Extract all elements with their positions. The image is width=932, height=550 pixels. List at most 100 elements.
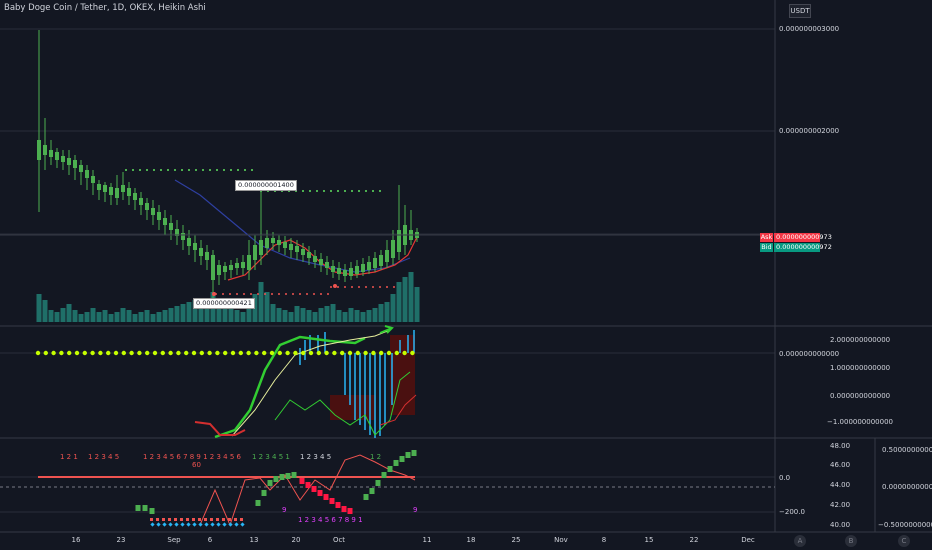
high-callout: 0.000000001400 [235, 180, 297, 191]
indicator-marker [162, 522, 167, 527]
volume-bar [414, 287, 420, 322]
time-axis-label: Sep [167, 536, 181, 544]
volume-bar [36, 294, 42, 322]
zero-dot [230, 350, 236, 356]
candle-body [121, 185, 125, 192]
volume-bar [300, 308, 306, 322]
pane-button-b[interactable]: B [845, 535, 857, 547]
zero-dot [363, 350, 368, 356]
zero-dot [332, 350, 337, 356]
zero-dot [246, 350, 251, 356]
volume-bar [114, 312, 120, 322]
volume-bar [168, 308, 174, 322]
volume-bar [144, 310, 150, 322]
candle-body [151, 208, 155, 215]
zero-dot [113, 350, 119, 356]
pane-button-c[interactable]: C [898, 535, 910, 547]
indicator-marker [156, 518, 159, 521]
candle-body [253, 245, 257, 260]
indicator-block [273, 476, 279, 482]
volume-bar [306, 310, 312, 322]
zero-dot [51, 350, 56, 356]
zero-dot [301, 350, 306, 356]
indicator-block [369, 488, 375, 494]
candle-body [361, 264, 365, 272]
candle-body [133, 193, 137, 200]
zero-dot [129, 350, 134, 356]
volume-bar [174, 306, 180, 322]
oscillator-axis-label: −1.000000000000 [827, 418, 893, 426]
zero-dot [43, 350, 48, 356]
indicator-marker [198, 522, 203, 527]
zero-dot [386, 350, 392, 356]
indicator-marker [204, 518, 207, 521]
candle-body [79, 165, 83, 172]
zero-dot [394, 350, 399, 356]
volume-bar [138, 312, 144, 322]
low-marker-2 [333, 284, 337, 288]
zero-dot [410, 350, 415, 356]
volume-bar [384, 302, 390, 322]
volume-bar [60, 308, 66, 322]
indicator-pane [0, 450, 775, 527]
candle-body [307, 252, 311, 258]
time-axis-label: 16 [71, 536, 81, 544]
indicator-marker [228, 518, 231, 521]
indicator-block [261, 490, 267, 496]
pane-button-a[interactable]: A [794, 535, 806, 547]
indicator-marker [186, 522, 191, 527]
chart-title: Baby Doge Coin / Tether, 1D, OKEX, Heiki… [4, 3, 206, 13]
volume-bar [54, 312, 60, 322]
candle-body [313, 256, 317, 262]
candle-body [295, 246, 299, 252]
td-count-label: 9 [282, 506, 287, 514]
bid-value: 0.000000000972 [774, 243, 832, 252]
oscillator-axis-label: 2.000000000000 [830, 336, 891, 344]
indicator-block [279, 474, 285, 480]
candle-body [331, 266, 335, 272]
zero-dot [106, 350, 111, 356]
td-count-label: 1 2 3 4 5 [300, 453, 332, 461]
volume-bar [330, 304, 336, 322]
candle-body [103, 185, 107, 192]
volume-bar [78, 314, 84, 322]
volume-bar [258, 282, 264, 322]
indicator-marker [180, 522, 185, 527]
candle-body [211, 255, 215, 280]
ask-quote: Ask 0.000000000973 [760, 233, 832, 242]
candle-body [199, 248, 203, 256]
zero-dot [160, 350, 165, 356]
chart-canvas[interactable] [0, 0, 932, 550]
zero-dot [324, 350, 329, 356]
candle-body [139, 198, 143, 205]
candle-body [397, 230, 401, 252]
volume-bar [360, 312, 366, 322]
candle-body [277, 240, 281, 245]
zero-dot [277, 350, 282, 356]
volume-bar [180, 304, 186, 322]
chart-root[interactable]: Baby Doge Coin / Tether, 1D, OKEX, Heiki… [0, 0, 932, 550]
currency-selector-button[interactable]: USDT [789, 4, 811, 18]
volume-bar [96, 312, 102, 322]
zero-dot [145, 350, 150, 356]
indicator-marker [210, 518, 213, 521]
zero-dot [168, 350, 173, 356]
candle-body [55, 152, 59, 160]
ask-value: 0.000000000973 [774, 233, 832, 242]
candle-body [181, 233, 185, 240]
td-count-label: 60 [192, 461, 201, 469]
candle-body [205, 252, 209, 260]
volume-bar [240, 312, 246, 322]
indicator-block [255, 500, 261, 506]
volume-bar [186, 302, 192, 322]
indicator-block [305, 482, 311, 488]
volume-bar [348, 308, 354, 322]
zero-dot [316, 350, 321, 356]
volume-bar [276, 308, 282, 322]
volume-bar [396, 282, 402, 322]
volume-bar [72, 310, 78, 322]
volume-bar [264, 292, 270, 322]
indicator-block [285, 473, 291, 479]
indicator-marker [216, 518, 219, 521]
candle-body [109, 187, 113, 195]
